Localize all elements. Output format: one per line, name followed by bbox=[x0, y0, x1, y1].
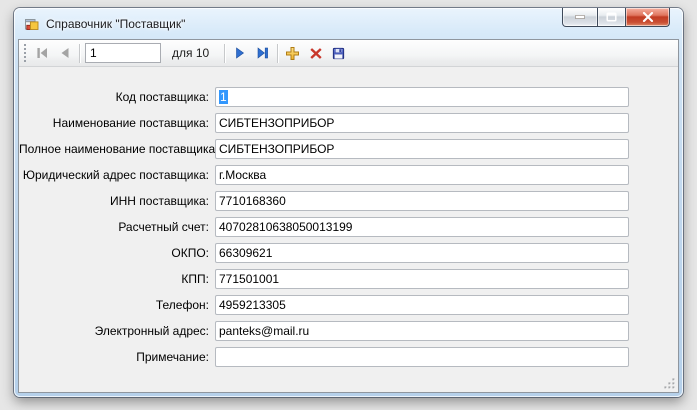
minimize-icon bbox=[575, 15, 585, 19]
form-fields: Код поставщика: 1 Наименование поставщика:… bbox=[19, 67, 678, 370]
caption-buttons bbox=[562, 8, 670, 27]
field-input[interactable]: 1 bbox=[215, 87, 629, 107]
field-row: Полное наименование поставщика: СИБТЕНЗОП… bbox=[19, 136, 678, 162]
field-label: Полное наименование поставщика: bbox=[19, 142, 219, 156]
move-first-icon bbox=[36, 48, 47, 58]
field-label: Примечание: bbox=[136, 350, 209, 364]
field-input[interactable]: 66309621 bbox=[215, 243, 629, 263]
field-row: КПП: 771501001 bbox=[19, 266, 678, 292]
save-icon bbox=[333, 47, 345, 59]
binding-navigator-toolbar: для 10 bbox=[19, 40, 678, 67]
field-value: 7710168360 bbox=[219, 194, 286, 208]
window-title: Справочник "Поставщик" bbox=[46, 17, 186, 31]
field-value: СИБТЕНЗОПРИБОР bbox=[219, 142, 335, 156]
position-input[interactable] bbox=[85, 43, 161, 63]
move-next-button[interactable] bbox=[228, 42, 251, 64]
move-previous-button[interactable] bbox=[53, 42, 76, 64]
move-previous-icon bbox=[61, 48, 68, 58]
field-input[interactable]: СИБТЕНЗОПРИБОР bbox=[215, 113, 629, 133]
toolbar-grip[interactable] bbox=[24, 44, 26, 62]
maximize-button[interactable] bbox=[597, 8, 626, 27]
field-input[interactable]: СИБТЕНЗОПРИБОР bbox=[215, 139, 629, 159]
client-area: для 10 bbox=[18, 39, 679, 393]
toolbar-separator bbox=[79, 43, 80, 63]
field-input[interactable]: 40702810638050013199 bbox=[215, 217, 629, 237]
field-row: Код поставщика: 1 bbox=[19, 84, 678, 110]
count-label: для 10 bbox=[172, 46, 210, 60]
close-button[interactable] bbox=[625, 8, 670, 27]
field-input[interactable]: г.Москва bbox=[215, 165, 629, 185]
field-label: КПП: bbox=[181, 272, 209, 286]
delete-button[interactable] bbox=[304, 42, 327, 64]
field-input[interactable]: 7710168360 bbox=[215, 191, 629, 211]
add-new-button[interactable] bbox=[281, 42, 304, 64]
app-icon bbox=[24, 17, 40, 33]
field-label: Юридический адрес поставщика: bbox=[22, 168, 209, 182]
field-row: ОКПО: 66309621 bbox=[19, 240, 678, 266]
field-label: Электронный адрес: bbox=[94, 324, 209, 338]
field-value: 4959213305 bbox=[219, 298, 286, 312]
toolbar-separator bbox=[277, 43, 279, 63]
field-value: panteks@mail.ru bbox=[219, 324, 310, 338]
field-row: Расчетный счет: 40702810638050013199 bbox=[19, 214, 678, 240]
add-icon bbox=[286, 46, 300, 60]
field-input[interactable]: panteks@mail.ru bbox=[215, 321, 629, 341]
window-supplier-directory: Справочник "Поставщик" 1 для 10 Код пост… bbox=[14, 8, 683, 397]
move-first-button[interactable] bbox=[30, 42, 53, 64]
move-last-icon bbox=[257, 47, 268, 59]
field-input[interactable] bbox=[215, 347, 629, 367]
field-label: Код поставщика: bbox=[115, 90, 209, 104]
field-row: Электронный адрес: panteks@mail.ru bbox=[19, 318, 678, 344]
field-value: 1 bbox=[219, 90, 228, 104]
field-input[interactable]: 4959213305 bbox=[215, 295, 629, 315]
field-row: Примечание: bbox=[19, 344, 678, 370]
save-button[interactable] bbox=[327, 42, 350, 64]
field-label: ОКПО: bbox=[171, 246, 209, 260]
toolbar-separator bbox=[224, 43, 226, 63]
delete-icon bbox=[310, 47, 322, 59]
field-value: СИБТЕНЗОПРИБОР bbox=[219, 116, 335, 130]
field-row: Юридический адрес поставщика: г.Москва bbox=[19, 162, 678, 188]
field-input[interactable]: 771501001 bbox=[215, 269, 629, 289]
field-value: 40702810638050013199 bbox=[219, 220, 353, 234]
field-row: Наименование поставщика: СИБТЕНЗОПРИБОР bbox=[19, 110, 678, 136]
move-next-icon bbox=[235, 47, 244, 59]
field-label: Расчетный счет: bbox=[118, 220, 209, 234]
field-value: 771501001 bbox=[219, 272, 280, 286]
field-label: Наименование поставщика: bbox=[52, 116, 209, 130]
field-row: ИНН поставщика: 7710168360 bbox=[19, 188, 678, 214]
field-label: ИНН поставщика: bbox=[110, 194, 209, 208]
field-row: Телефон: 4959213305 bbox=[19, 292, 678, 318]
maximize-icon bbox=[606, 12, 617, 22]
close-icon bbox=[642, 12, 653, 22]
move-last-button[interactable] bbox=[251, 42, 274, 64]
minimize-button[interactable] bbox=[562, 8, 598, 27]
titlebar[interactable]: Справочник "Поставщик" bbox=[22, 8, 553, 39]
field-label: Телефон: bbox=[155, 298, 209, 312]
field-value: г.Москва bbox=[219, 168, 267, 182]
resize-grip[interactable] bbox=[664, 378, 676, 390]
field-value: 66309621 bbox=[219, 246, 273, 260]
